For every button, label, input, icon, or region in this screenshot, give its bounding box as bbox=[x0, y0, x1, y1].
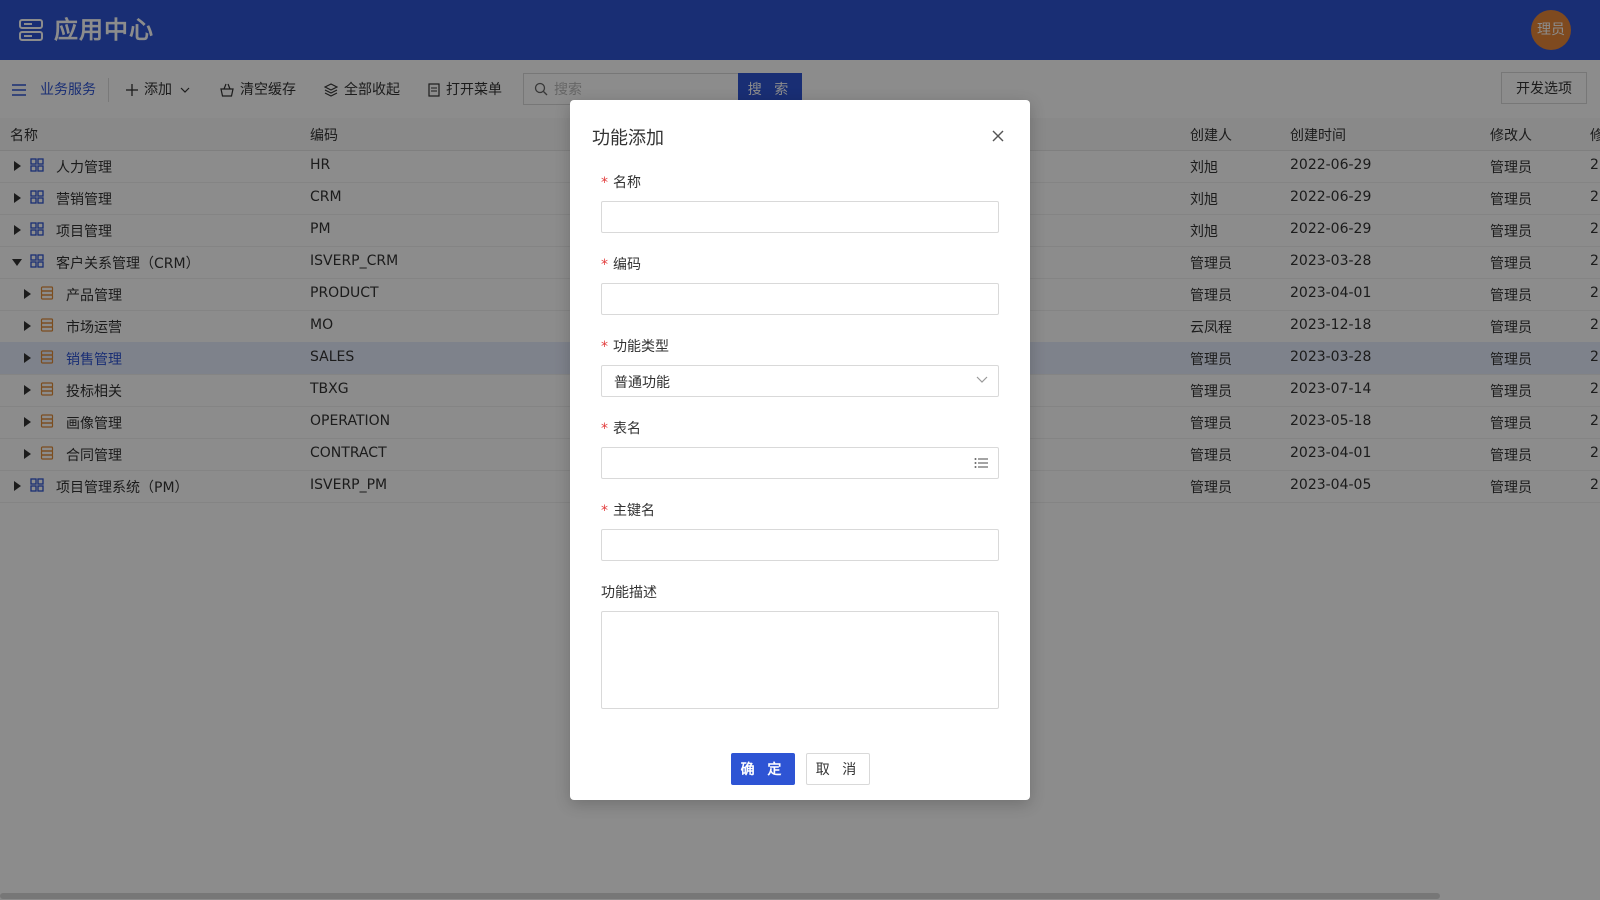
desc-field-label: 功能描述 bbox=[601, 585, 657, 601]
chevron-down-icon bbox=[976, 376, 988, 383]
code-input[interactable] bbox=[612, 284, 986, 316]
table-name-input[interactable] bbox=[612, 448, 956, 480]
add-function-dialog: 功能添加 * 名称 * 编码 * 功能类型 普通功能 * 表名 * 主键名 功能描述 确 … bbox=[570, 100, 1030, 800]
confirm-button[interactable]: 确 定 bbox=[731, 753, 795, 785]
name-field[interactable] bbox=[601, 201, 999, 234]
list-picker-icon[interactable] bbox=[974, 456, 988, 470]
pk-input[interactable] bbox=[612, 530, 986, 562]
code-field-label: * 编码 bbox=[601, 257, 641, 273]
pk-field-label: * 主键名 bbox=[601, 503, 655, 519]
pk-field[interactable] bbox=[601, 529, 999, 562]
function-type-value: 普通功能 bbox=[614, 375, 670, 391]
code-field[interactable] bbox=[601, 283, 999, 316]
table-name-field-label: * 表名 bbox=[601, 421, 641, 437]
dialog-title: 功能添加 bbox=[592, 128, 664, 149]
function-type-select[interactable]: 普通功能 bbox=[601, 365, 999, 397]
cancel-button[interactable]: 取 消 bbox=[806, 753, 870, 785]
table-name-field[interactable] bbox=[601, 447, 999, 480]
horizontal-scrollbar[interactable] bbox=[0, 893, 1440, 899]
name-field-label: * 名称 bbox=[601, 175, 641, 191]
description-textarea[interactable] bbox=[601, 611, 999, 709]
close-icon[interactable] bbox=[990, 128, 1006, 144]
name-input[interactable] bbox=[612, 202, 986, 234]
type-field-label: * 功能类型 bbox=[601, 339, 669, 355]
